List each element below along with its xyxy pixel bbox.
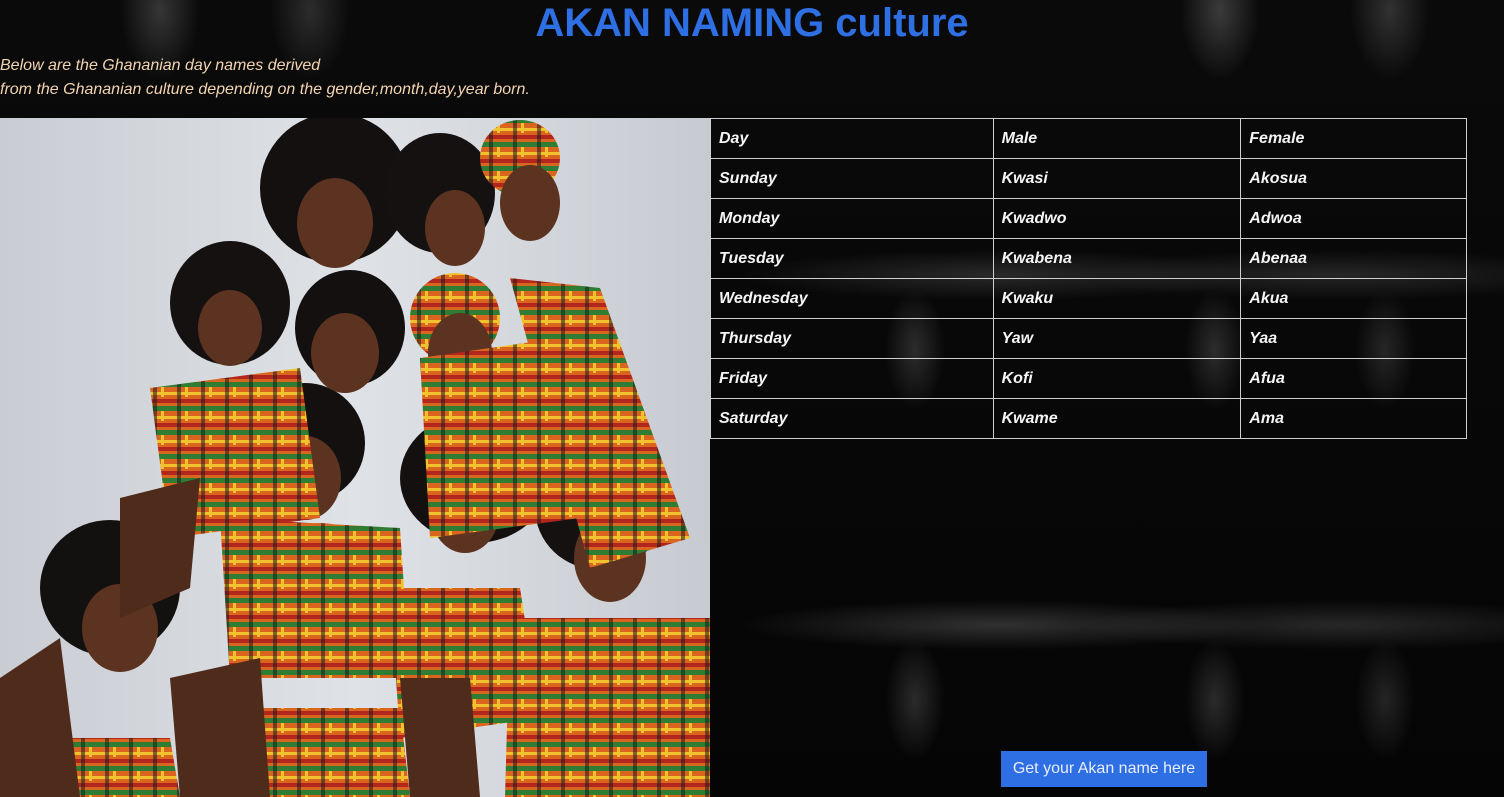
cell-male: Kwadwo xyxy=(992,198,1242,239)
cell-female: Akua xyxy=(1240,278,1467,319)
header-female: Female xyxy=(1240,118,1467,159)
cell-day: Thursday xyxy=(710,318,994,359)
cell-female: Abenaa xyxy=(1240,238,1467,279)
table-row: Tuesday Kwabena Abenaa xyxy=(710,238,1467,279)
cell-day: Monday xyxy=(710,198,994,239)
cell-female: Ama xyxy=(1240,398,1467,439)
cell-male: Kwaku xyxy=(992,278,1242,319)
header-male: Male xyxy=(992,118,1242,159)
kente-children-image xyxy=(0,118,710,797)
table-row: Sunday Kwasi Akosua xyxy=(710,158,1467,199)
cell-male: Kofi xyxy=(992,358,1242,399)
header-day: Day xyxy=(710,118,994,159)
table-row: Saturday Kwame Ama xyxy=(710,398,1467,439)
page-title: AKAN NAMING culture xyxy=(535,1,969,45)
intro-text: Below are the Ghananian day names derive… xyxy=(0,54,530,102)
cell-day: Sunday xyxy=(710,158,994,199)
intro-line-1: Below are the Ghananian day names derive… xyxy=(0,57,321,74)
cell-day: Wednesday xyxy=(710,278,994,319)
cell-female: Adwoa xyxy=(1240,198,1467,239)
cell-male: Kwame xyxy=(992,398,1242,439)
table-row: Wednesday Kwaku Akua xyxy=(710,278,1467,319)
akan-names-table: Day Male Female Sunday Kwasi Akosua Mond… xyxy=(710,118,1467,439)
table-header-row: Day Male Female xyxy=(710,118,1467,159)
cell-male: Kwasi xyxy=(992,158,1242,199)
table-row: Friday Kofi Afua xyxy=(710,358,1467,399)
cell-female: Yaa xyxy=(1240,318,1467,359)
cell-day: Friday xyxy=(710,358,994,399)
table-row: Monday Kwadwo Adwoa xyxy=(710,198,1467,239)
table-row: Thursday Yaw Yaa xyxy=(710,318,1467,359)
children-photo xyxy=(0,118,710,797)
intro-line-2: from the Ghananian culture depending on … xyxy=(0,81,530,98)
cell-male: Kwabena xyxy=(992,238,1242,279)
cell-day: Saturday xyxy=(710,398,994,439)
cell-male: Yaw xyxy=(992,318,1242,359)
cell-day: Tuesday xyxy=(710,238,994,279)
get-akan-name-button[interactable]: Get your Akan name here xyxy=(1001,751,1207,787)
cell-female: Afua xyxy=(1240,358,1467,399)
cell-female: Akosua xyxy=(1240,158,1467,199)
